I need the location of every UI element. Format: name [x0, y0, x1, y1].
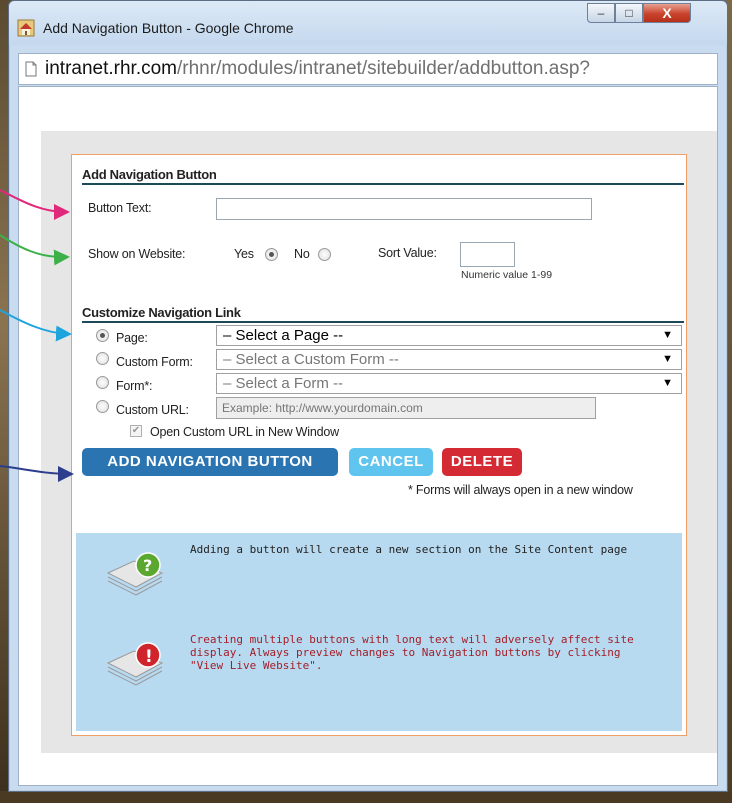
link-type-form-radio[interactable]	[96, 376, 109, 389]
address-bar[interactable]: intranet.rhr.com/rhnr/modules/intranet/s…	[18, 53, 718, 85]
show-on-website-label: Show on Website:	[88, 247, 186, 261]
link-type-page-radio[interactable]	[96, 329, 109, 342]
window-title: Add Navigation Button - Google Chrome	[43, 20, 294, 36]
customize-link-heading: Customize Navigation Link	[82, 305, 684, 323]
button-text-input[interactable]	[216, 198, 592, 220]
browser-window: Add Navigation Button - Google Chrome – …	[8, 0, 728, 792]
open-new-window-checkbox[interactable]: ✔	[130, 425, 142, 437]
cancel-button[interactable]: CANCEL	[349, 448, 433, 476]
url-text: intranet.rhr.com/rhnr/modules/intranet/s…	[45, 58, 590, 80]
custom-url-input[interactable]	[216, 397, 596, 419]
custom-form-select[interactable]: – Select a Custom Form -- ▼	[216, 349, 682, 370]
button-text-label: Button Text:	[88, 201, 152, 215]
sort-value-hint: Numeric value 1-99	[461, 269, 553, 281]
page-content: Add Navigation Button Button Text: Show …	[18, 86, 718, 786]
page-icon	[25, 61, 37, 77]
maximize-icon: □	[625, 6, 633, 20]
page-select-value: – Select a Page --	[223, 327, 344, 344]
url-host: intranet.rhr.com	[45, 58, 177, 79]
title-bar[interactable]: Add Navigation Button - Google Chrome – …	[9, 1, 727, 45]
url-path: /rhnr/modules/intranet/sitebuilder/addbu…	[177, 58, 590, 79]
show-yes-radio[interactable]	[265, 248, 278, 261]
warning-line: display. Always preview changes to Navig…	[190, 646, 621, 659]
maximize-button[interactable]: □	[615, 3, 643, 23]
link-type-custom-form-radio[interactable]	[96, 352, 109, 365]
close-button[interactable]: X	[643, 3, 691, 23]
chevron-down-icon: ▼	[662, 377, 673, 389]
tip-icon: ?	[106, 552, 164, 596]
info-panel: ? Adding a button will create a new sect…	[76, 533, 682, 731]
warning-line: "View Live Website".	[190, 659, 323, 672]
open-new-window-label: Open Custom URL in New Window	[150, 425, 339, 439]
home-app-icon	[17, 19, 35, 37]
form-label: Form*:	[116, 379, 153, 393]
add-navigation-form: Add Navigation Button Button Text: Show …	[71, 154, 687, 736]
yes-label: Yes	[234, 247, 254, 261]
delete-button[interactable]: DELETE	[442, 448, 522, 476]
sort-value-label: Sort Value:	[378, 246, 437, 260]
forms-note: * Forms will always open in a new window	[408, 483, 633, 497]
page-select[interactable]: – Select a Page -- ▼	[216, 325, 682, 346]
warning-line: Creating multiple buttons with long text…	[190, 633, 634, 646]
info-warning-text: Creating multiple buttons with long text…	[190, 633, 634, 672]
info-tip-text: Adding a button will create a new sectio…	[190, 543, 628, 556]
svg-text:?: ?	[143, 556, 152, 575]
form-heading: Add Navigation Button	[82, 167, 684, 185]
minimize-button[interactable]: –	[587, 3, 615, 23]
no-label: No	[294, 247, 310, 261]
chevron-down-icon: ▼	[662, 329, 673, 341]
form-select[interactable]: – Select a Form -- ▼	[216, 373, 682, 394]
show-no-radio[interactable]	[318, 248, 331, 261]
chevron-down-icon: ▼	[662, 353, 673, 365]
warning-icon: !	[106, 642, 164, 686]
add-navigation-button[interactable]: ADD NAVIGATION BUTTON	[82, 448, 338, 476]
minimize-icon: –	[597, 6, 605, 20]
custom-url-label: Custom URL:	[116, 403, 189, 417]
form-select-value: – Select a Form --	[223, 375, 344, 392]
link-type-custom-url-radio[interactable]	[96, 400, 109, 413]
close-icon: X	[662, 5, 672, 21]
custom-form-label: Custom Form:	[116, 355, 193, 369]
svg-text:!: !	[145, 647, 153, 667]
custom-form-select-value: – Select a Custom Form --	[223, 351, 399, 368]
page-label: Page:	[116, 331, 148, 345]
desktop-background-bottom	[0, 791, 732, 803]
sort-value-input[interactable]	[460, 242, 515, 267]
